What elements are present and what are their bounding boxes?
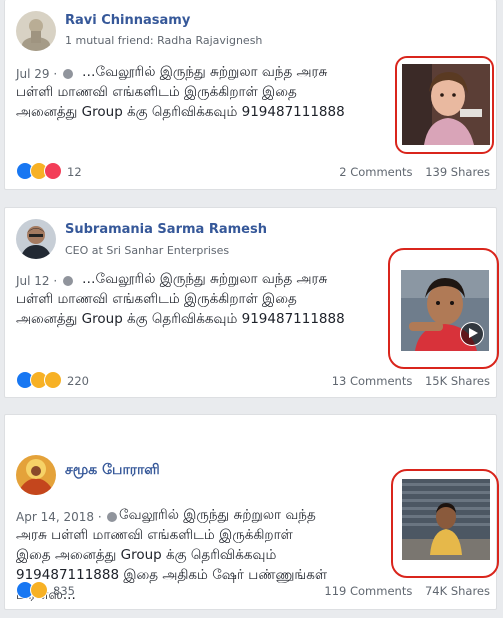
post-text-line: அனைத்து Group க்கு தெரிவிக்கவும் 9194871…	[16, 311, 345, 327]
comments-link[interactable]: 13 Comments	[332, 374, 413, 388]
avatar[interactable]	[16, 11, 56, 51]
comments-link[interactable]: 2 Comments	[339, 165, 412, 179]
post-stats: 13 Comments 15K Shares	[323, 374, 490, 388]
post-stats: 2 Comments 139 Shares	[330, 165, 490, 179]
post-text-line: …வேலூரில் இருந்து சுற்றுலா வந்த அரசு	[82, 64, 328, 80]
shares-link[interactable]: 15K Shares	[425, 374, 490, 388]
reaction-count[interactable]: 12	[67, 165, 82, 179]
reaction-count[interactable]: 835	[53, 584, 75, 598]
post-text-line: பள்ளி மாணவி எங்களிடம் இருக்கிறாள் இதை	[16, 84, 297, 100]
post-text-line: 919487111888 இதை அதிகம் ஷேர் பண்ணுங்கள்	[16, 567, 328, 583]
comments-link[interactable]: 119 Comments	[324, 584, 412, 598]
author-subtitle: 1 mutual friend: Radha Rajavignesh	[65, 34, 263, 47]
post-card: Subramania Sarma Ramesh CEO at Sri Sanha…	[4, 207, 499, 398]
author-subtitle: CEO at Sri Sanhar Enterprises	[65, 244, 230, 257]
highlight-circle	[388, 248, 499, 369]
love-reaction-icon	[44, 162, 62, 180]
post-card: Ravi Chinnasamy 1 mutual friend: Radha R…	[4, 0, 497, 190]
post-stats: 119 Comments 74K Shares	[315, 584, 490, 598]
post-text-line: பள்ளி மாணவி எங்களிடம் இருக்கிறாள் இதை	[16, 291, 297, 307]
author-name[interactable]: Ravi Chinnasamy	[65, 13, 190, 28]
post-text: …வேலூரில் இருந்து சுற்றுலா வந்த அரசு பள்…	[16, 269, 386, 329]
post-text-line: வேலூரில் இருந்து சுற்றுலா வந்த	[119, 507, 316, 523]
reaction-count[interactable]: 220	[67, 374, 89, 388]
sad-reaction-icon	[30, 581, 48, 599]
post-text-line: அனைத்து Group க்கு தெரிவிக்கவும் 9194871…	[16, 104, 345, 120]
avatar[interactable]	[16, 455, 56, 495]
post-text-line: அரசு பள்ளி மாணவி எங்களிடம் இருக்கிறாள்	[16, 527, 293, 543]
author-name[interactable]: Subramania Sarma Ramesh	[65, 222, 267, 237]
post-card: சமூக போராளி Apr 14, 2018 · வேலூரில் இருந…	[4, 414, 499, 610]
post-text: …வேலூரில் இருந்து சுற்றுலா வந்த அரசு பள்…	[16, 62, 386, 122]
highlight-circle	[391, 469, 499, 578]
wow-reaction-icon	[44, 371, 62, 389]
shares-link[interactable]: 139 Shares	[425, 165, 490, 179]
post-text-line: இதை அனைத்து Group க்கு தெரிவிக்கவும்	[16, 547, 277, 563]
avatar[interactable]	[16, 219, 56, 259]
post-text-line: …வேலூரில் இருந்து சுற்றுலா வந்த அரசு	[82, 271, 328, 287]
shares-link[interactable]: 74K Shares	[425, 584, 490, 598]
author-name[interactable]: சமூக போராளி	[65, 462, 160, 480]
highlight-circle	[395, 56, 494, 154]
